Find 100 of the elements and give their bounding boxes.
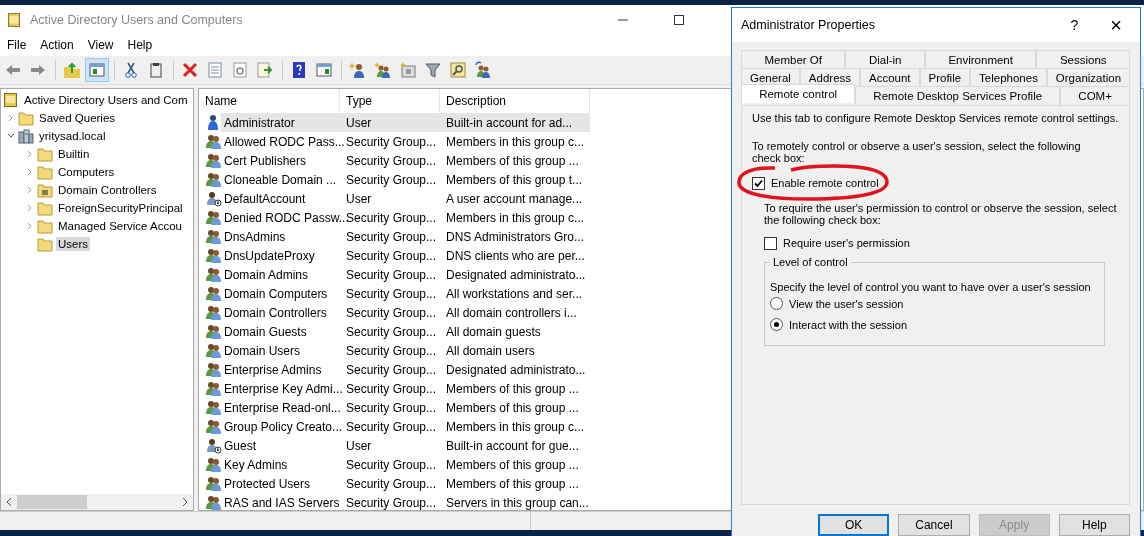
tree-item[interactable]: Users xyxy=(56,237,91,251)
tree-item[interactable]: yritysad.local xyxy=(37,129,108,143)
table-row[interactable]: DefaultAccount User A user account manage... xyxy=(199,189,590,208)
table-row[interactable]: DnsUpdateProxy Security Group... DNS clients who are per... xyxy=(199,246,590,265)
radio-button[interactable] xyxy=(770,297,783,310)
dialog-title: Administrator Properties xyxy=(741,18,876,32)
table-cell: Members of this group ... xyxy=(446,457,579,472)
table-cell: User xyxy=(346,438,372,453)
expand-icon[interactable] xyxy=(7,114,15,122)
table-cell: Domain Users xyxy=(224,343,301,358)
tab[interactable]: Environment xyxy=(924,50,1037,68)
table-cell: Security Group... xyxy=(346,324,437,339)
menu-item[interactable]: Action xyxy=(33,36,81,54)
tree-item[interactable]: Active Directory Users and Com xyxy=(22,93,190,107)
expand-icon[interactable] xyxy=(26,204,34,212)
table-row[interactable]: Guest User Built-in account for gue... xyxy=(199,436,590,455)
group-icon xyxy=(205,494,222,510)
collapse-icon[interactable] xyxy=(7,132,15,140)
table-cell: Security Group... xyxy=(346,400,437,415)
table-row[interactable]: Group Policy Creato... Security Group... Members in this group c... xyxy=(199,417,590,436)
checkbox-label[interactable]: Require user's permission xyxy=(783,237,910,249)
table-row[interactable]: Domain Controllers Security Group... All domain controllers i... xyxy=(199,303,590,322)
dialog-button[interactable]: Help xyxy=(1058,514,1130,536)
checkbox[interactable] xyxy=(764,236,777,250)
table-cell: Denied RODC Passw... xyxy=(224,210,349,225)
table-cell: Members in this group c... xyxy=(446,419,585,434)
table-row[interactable]: Key Admins Security Group... Members of this group ... xyxy=(199,455,590,474)
table-row[interactable]: Enterprise Admins Security Group... Designated administrato... xyxy=(199,360,590,379)
table-cell: Security Group... xyxy=(346,134,437,149)
table-cell: Allowed RODC Pass... xyxy=(224,134,345,149)
table-row[interactable]: Denied RODC Passw...Security Group... Members in this group c... xyxy=(199,208,590,227)
table-row[interactable]: Domain Computers Security Group... All workstations and ser... xyxy=(199,284,590,303)
table-row[interactable]: Cert Publishers Security Group... Members of this group ... xyxy=(199,151,590,170)
table-cell: User xyxy=(346,191,372,206)
dialog-button[interactable]: Cancel xyxy=(898,514,970,536)
tab[interactable]: COM+ xyxy=(1060,86,1130,105)
radio-label[interactable]: View the user's session xyxy=(789,297,904,310)
tab[interactable]: Remote control xyxy=(741,84,856,103)
checkbox-label[interactable]: Enable remote control xyxy=(771,177,879,189)
tab[interactable]: Account xyxy=(860,68,920,86)
tab[interactable]: Organization xyxy=(1046,68,1131,86)
table-row[interactable]: Domain Admins Security Group... Designated administrato... xyxy=(199,265,590,284)
table-row[interactable]: Allowed RODC Pass...Security Group... Members in this group c... xyxy=(199,132,590,151)
tab[interactable]: Profile xyxy=(919,68,971,86)
tree-item[interactable]: Saved Queries xyxy=(37,111,118,125)
tree-item[interactable]: ForeignSecurityPrincipal xyxy=(56,201,185,215)
maximize-icon[interactable] xyxy=(674,14,684,25)
help-button[interactable]: ? xyxy=(1064,15,1085,35)
expand-icon[interactable] xyxy=(26,168,34,176)
checkbox[interactable] xyxy=(752,176,765,190)
group-icon xyxy=(205,456,222,473)
menu-item[interactable]: File xyxy=(0,36,34,54)
horizontal-scrollbar[interactable] xyxy=(1,494,193,510)
menu-item[interactable]: View xyxy=(80,36,121,54)
tree-item[interactable]: Builtin xyxy=(56,147,92,161)
dialog-button[interactable]: OK xyxy=(818,514,890,536)
tree-item[interactable]: Domain Controllers xyxy=(56,183,159,197)
scroll-left-icon[interactable] xyxy=(5,497,13,507)
scroll-right-icon[interactable] xyxy=(181,497,189,507)
table-cell: RAS and IAS Servers xyxy=(224,495,340,510)
table-row[interactable]: Enterprise Key Admi... Security Group... Members of this group ... xyxy=(199,379,590,398)
tab[interactable]: Sessions xyxy=(1036,50,1131,68)
tab[interactable]: Member Of xyxy=(741,50,846,68)
table-cell: User xyxy=(346,115,372,130)
radio-button[interactable] xyxy=(770,318,783,331)
user-icon xyxy=(205,437,222,454)
close-button[interactable]: × xyxy=(1104,11,1128,39)
table-row[interactable]: Cloneable Domain ... Security Group... Members of this group t... xyxy=(199,170,590,189)
table-cell: Members of this group ... xyxy=(446,400,579,415)
tree-item[interactable]: Computers xyxy=(56,165,117,179)
table-row[interactable]: Administrator User Built-in account for ad... xyxy=(199,113,590,132)
table-cell: All domain guests xyxy=(446,324,541,339)
folder-icon xyxy=(37,218,53,234)
group-icon xyxy=(205,133,222,150)
table-cell: DNS clients who are per... xyxy=(446,248,585,263)
expand-icon[interactable] xyxy=(26,186,34,194)
user-icon xyxy=(205,190,222,207)
tab[interactable]: Dial-in xyxy=(845,50,925,68)
table-row[interactable]: Enterprise Read-onl... Security Group... Members of this group ... xyxy=(199,398,590,417)
console-tree-icon[interactable] xyxy=(85,58,109,82)
tab[interactable]: Remote Desktop Services Profile xyxy=(855,86,1061,105)
table-row[interactable]: RAS and IAS Servers Security Group... Servers in this group can... xyxy=(199,493,590,510)
group-icon xyxy=(205,247,222,264)
group-box-title: Level of control xyxy=(770,256,851,269)
tree-item[interactable]: Managed Service Accou xyxy=(56,219,185,233)
menu-item[interactable]: Help xyxy=(120,36,160,54)
group-icon xyxy=(205,228,222,245)
table-row[interactable]: DnsAdmins Security Group... DNS Administrators Gro... xyxy=(199,227,590,246)
table-cell: Members in this group c... xyxy=(446,134,585,149)
folder-icon xyxy=(37,182,53,198)
expand-icon[interactable] xyxy=(26,150,34,158)
table-row[interactable]: Domain Guests Security Group... All domain guests xyxy=(199,322,590,341)
table-cell: Security Group... xyxy=(346,419,437,434)
expand-icon[interactable] xyxy=(26,222,34,230)
table-cell: DnsAdmins xyxy=(224,229,286,244)
table-row[interactable]: Domain Users Security Group... All domain users xyxy=(199,341,590,360)
group-icon xyxy=(205,266,222,283)
table-row[interactable]: Protected Users Security Group... Members of this group ... xyxy=(199,474,590,493)
radio-label[interactable]: Interact with the session xyxy=(789,318,907,331)
tab[interactable]: Telephones xyxy=(970,68,1047,86)
